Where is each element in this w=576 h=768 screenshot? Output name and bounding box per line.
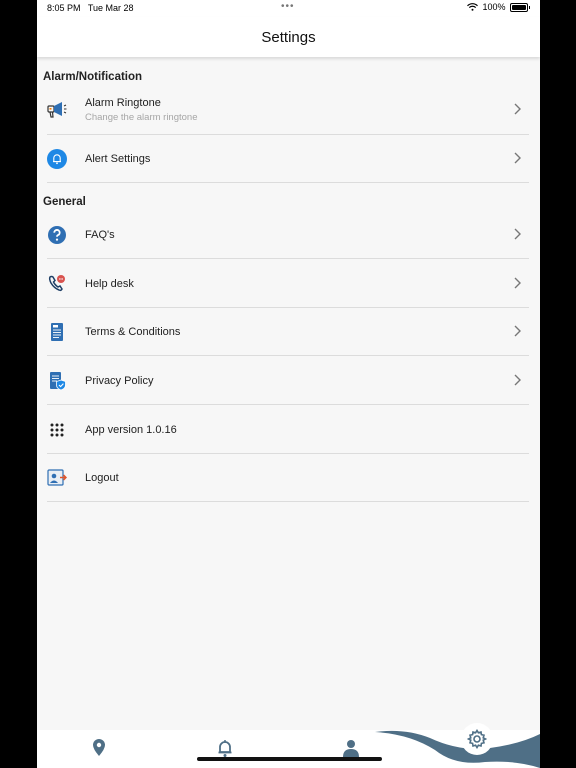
multitasking-dots-icon[interactable]: ••• <box>281 1 295 12</box>
row-divider <box>47 501 529 502</box>
row-divider <box>47 355 529 356</box>
settings-item-label: Logout <box>85 472 119 484</box>
chevron-right-icon <box>514 228 521 240</box>
settings-item-subtitle: Change the alarm ringtone <box>85 112 198 123</box>
settings-screen: 8:05 PM Tue Mar 28 ••• 100% Settings Ala… <box>37 0 540 768</box>
settings-item-privacy-policy[interactable]: Privacy Policy <box>37 357 529 405</box>
document-icon <box>51 323 63 341</box>
chevron-right-icon <box>514 152 521 164</box>
settings-item-label: Alert Settings <box>85 153 151 165</box>
section-title-alarm-notification: Alarm/Notification <box>43 71 143 83</box>
megaphone-icon <box>47 102 67 118</box>
phone-chat-icon <box>48 275 65 292</box>
chevron-right-icon <box>514 277 521 289</box>
tab-settings[interactable] <box>461 723 493 755</box>
settings-item-faqs[interactable]: FAQ's <box>37 211 529 259</box>
gear-icon <box>467 729 487 749</box>
settings-item-label: Privacy Policy <box>85 375 154 387</box>
settings-item-label: Help desk <box>85 278 134 290</box>
row-divider <box>47 258 529 259</box>
bell-circle-icon <box>47 149 67 169</box>
settings-item-terms-conditions[interactable]: Terms & Conditions <box>37 308 529 356</box>
tab-person-icon[interactable] <box>341 738 361 758</box>
settings-item-alert-settings[interactable]: Alert Settings <box>37 135 529 183</box>
app-version-label: App version 1.0.16 <box>85 424 177 436</box>
tab-bar-wave <box>375 730 540 768</box>
row-divider <box>47 182 529 183</box>
dots-grid-icon <box>50 423 64 437</box>
chevron-right-icon <box>514 325 521 337</box>
status-bar: 8:05 PM Tue Mar 28 ••• 100% <box>37 0 540 17</box>
settings-item-label: Terms & Conditions <box>85 326 181 338</box>
navigation-bar: Settings <box>37 17 540 57</box>
tab-bell-icon[interactable] <box>215 738 235 758</box>
settings-item-alarm-ringtone[interactable]: Alarm Ringtone Change the alarm ringtone <box>37 87 529 135</box>
question-circle-icon <box>48 226 66 244</box>
wifi-icon <box>467 3 479 11</box>
status-time: 8:05 PM <box>47 3 81 13</box>
chevron-right-icon <box>514 103 521 115</box>
settings-item-logout[interactable]: Logout <box>37 454 529 502</box>
section-title-general: General <box>43 196 86 208</box>
tab-location-pin-icon[interactable] <box>89 738 109 758</box>
settings-item-label: Alarm Ringtone <box>85 97 161 109</box>
shield-document-icon <box>50 372 66 391</box>
settings-item-app-version: App version 1.0.16 <box>37 406 529 454</box>
settings-item-label: FAQ's <box>85 229 115 241</box>
chevron-right-icon <box>514 374 521 386</box>
status-date: Tue Mar 28 <box>87 3 134 13</box>
battery-percent: 100% <box>482 2 506 12</box>
row-divider <box>47 404 529 405</box>
logout-icon <box>47 469 67 486</box>
settings-item-help-desk[interactable]: Help desk <box>37 260 529 308</box>
page-title: Settings <box>261 29 316 46</box>
home-indicator[interactable] <box>197 757 382 761</box>
battery-icon <box>509 2 528 12</box>
